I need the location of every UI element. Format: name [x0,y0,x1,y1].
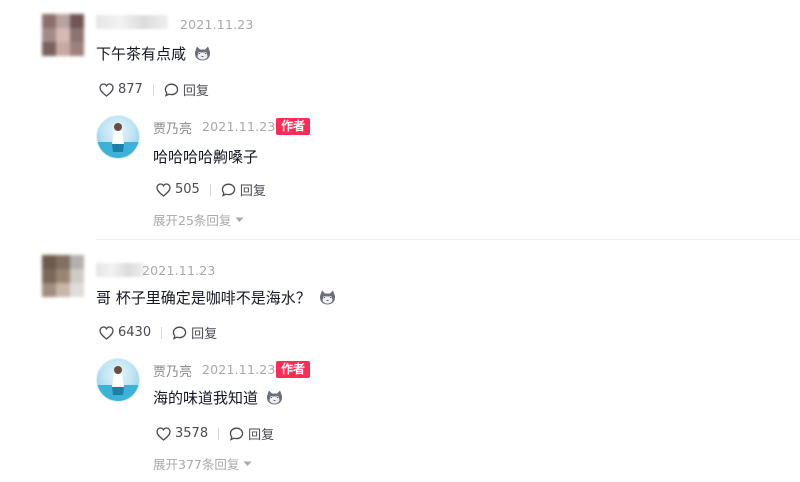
reply-label: 回复 [182,84,209,99]
reply-date: 2021.11.23 [202,362,276,377]
comment-bubble-icon [172,326,187,340]
like-button[interactable]: 3578 [156,426,208,441]
comment-text-label: 哥 杯子里确定是咖啡不是海水？ [96,289,311,307]
action-divider [152,83,154,96]
chevron-down-icon [243,461,252,466]
comment-text: 哥 杯子里确定是咖啡不是海水？ [96,287,336,308]
comment-divider [96,239,800,240]
reply-button[interactable]: 回复 [221,180,266,199]
comment-text-label: 下午茶有点咸 [96,45,187,63]
comment-actions: 6430 回复 [99,323,217,342]
author-avatar-image [97,123,139,158]
reply-button[interactable]: 回复 [229,424,274,443]
like-count: 505 [175,182,200,197]
author-name[interactable]: 贾乃亮 [153,118,192,137]
like-button[interactable]: 505 [156,182,200,197]
action-divider [161,326,163,339]
commenter-avatar[interactable] [42,14,84,56]
heart-icon [156,182,171,197]
author-badge: 作者 [276,361,311,378]
cat-emoji-icon [319,290,336,305]
commenter-avatar[interactable] [42,255,84,297]
cat-emoji-icon [194,46,211,61]
reply-text-label: 海的味道我知道 [153,389,259,407]
author-avatar[interactable] [96,115,140,159]
action-divider [209,183,211,196]
cat-emoji-icon [266,390,283,405]
author-avatar[interactable] [96,358,140,402]
reply-label: 回复 [248,428,275,443]
comment-date: 2021.11.23 [180,17,254,32]
expand-replies-button[interactable]: 展开25条回复 [153,210,244,229]
comment-bubble-icon [221,183,236,197]
expand-replies-button[interactable]: 展开377条回复 [153,454,252,473]
comment-text: 下午茶有点咸 [96,43,211,64]
reply-label: 回复 [191,327,218,342]
like-button[interactable]: 877 [99,82,143,97]
reply-text: 哈哈哈哈齁嗓子 [153,148,259,166]
comment-actions: 877 回复 [99,80,209,99]
comment-date: 2021.11.23 [142,263,216,278]
reply-label: 回复 [239,184,266,199]
like-count: 3578 [175,426,209,441]
expand-replies-label: 展开25条回复 [153,213,232,228]
commenter-name[interactable] [96,263,144,277]
like-count: 877 [118,82,143,97]
commenter-name[interactable] [96,15,168,29]
expand-replies-label: 展开377条回复 [153,457,240,472]
reply-actions: 505 回复 [156,180,266,199]
heart-icon [99,325,114,340]
heart-icon [99,82,114,97]
comment-bubble-icon [229,427,244,441]
comment-bubble-icon [164,83,179,97]
like-button[interactable]: 6430 [99,325,151,340]
reply-button[interactable]: 回复 [172,323,217,342]
author-name[interactable]: 贾乃亮 [153,361,192,380]
reply-date: 2021.11.23 [202,119,276,134]
reply-actions: 3578 回复 [156,424,274,443]
like-count: 6430 [118,325,152,340]
reply-button[interactable]: 回复 [164,80,209,99]
heart-icon [156,426,171,441]
chevron-down-icon [235,217,244,222]
reply-text: 海的味道我知道 [153,387,283,408]
author-badge: 作者 [276,118,311,135]
author-avatar-image [97,366,139,401]
action-divider [218,427,220,440]
